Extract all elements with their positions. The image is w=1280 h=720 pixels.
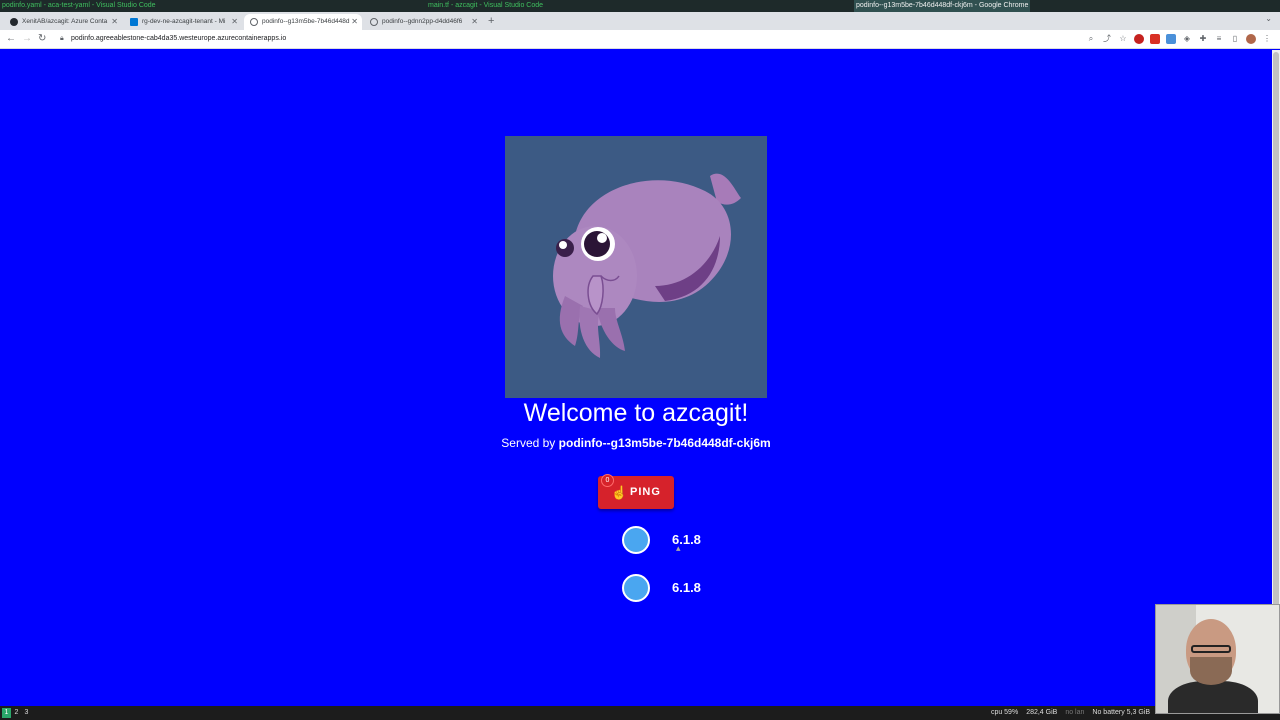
memory-indicator: 282,4 GiB	[1026, 709, 1058, 716]
reload-icon[interactable]: ↻	[38, 32, 46, 46]
served-by-label: Served by	[501, 436, 559, 450]
wm-window-title-vscode-2[interactable]: main.tf - azcagit - Visual Studio Code	[428, 0, 543, 12]
scrollbar-thumb[interactable]	[1273, 52, 1279, 612]
close-icon[interactable]: ✕	[111, 14, 118, 30]
ping-button[interactable]: 0 ☝ PING	[598, 474, 674, 509]
extension-red-icon[interactable]	[1150, 34, 1160, 44]
status-indicators: cpu 59% 282,4 GiB no lan No battery 5,3 …	[991, 706, 1150, 720]
cuttlefish-illustration	[553, 173, 741, 358]
tab-search-icon[interactable]: ⌄	[1265, 14, 1272, 23]
served-by-text: Served by podinfo--g13m5be-7b46d448df-ck…	[0, 436, 1272, 450]
workspace-1[interactable]: 1	[2, 708, 11, 718]
battery-indicator: No battery 5,3 GiB	[1092, 709, 1150, 716]
address-bar[interactable]: podinfo.agreeablestone-cab4da35.westeuro…	[71, 32, 286, 46]
version-label: 6.1.8	[672, 580, 701, 595]
forward-icon[interactable]: →	[22, 32, 32, 46]
mouse-cursor-icon: ▴	[676, 543, 681, 553]
window-manager-bar: podinfo.yaml - aca-test-yaml - Visual St…	[0, 0, 1280, 12]
version-row[interactable]: 6.1.8	[620, 572, 740, 604]
cuttlefish-logo	[505, 136, 767, 398]
cpu-indicator: cpu 59%	[990, 709, 1019, 716]
media-icon[interactable]: ≡	[1214, 34, 1224, 44]
new-tab-button[interactable]: +	[488, 12, 494, 30]
pod-name: podinfo--g13m5be-7b46d448df-ckj6m	[558, 436, 771, 450]
version-status-dot	[622, 574, 650, 602]
azure-icon	[130, 18, 138, 26]
extension-grey-icon[interactable]: ◈	[1182, 34, 1192, 44]
workspace-3[interactable]: 3	[22, 708, 31, 718]
wm-window-title-vscode-1[interactable]: podinfo.yaml - aca-test-yaml - Visual St…	[2, 0, 156, 12]
menu-icon[interactable]: ⋮	[1262, 34, 1272, 44]
webcam-overlay	[1155, 604, 1280, 714]
back-icon[interactable]: ←	[6, 32, 16, 46]
extension-lastpass-icon[interactable]	[1134, 34, 1144, 44]
browser-tab-strip: XenitAB/azcagit: Azure Conta ✕ rg-dev-ne…	[0, 12, 1280, 30]
extensions-puzzle-icon[interactable]: ✚	[1198, 34, 1208, 44]
close-icon[interactable]: ✕	[231, 14, 238, 30]
workspace-2[interactable]: 2	[12, 708, 21, 718]
lan-indicator: no lan	[1065, 709, 1085, 716]
globe-icon	[250, 18, 258, 26]
webcam-person-beard	[1190, 657, 1232, 685]
tab-title: XenitAB/azcagit: Azure Conta	[22, 18, 108, 25]
zoom-icon[interactable]: ⌕	[1086, 34, 1096, 44]
lock-icon[interactable]: 🔒︎	[60, 34, 66, 42]
close-icon[interactable]: ✕	[471, 14, 478, 30]
welcome-heading: Welcome to azcagit!	[523, 399, 749, 427]
close-icon[interactable]: ✕	[351, 14, 358, 30]
tab-podinfo-active[interactable]: podinfo--g13m5be-7b46d448d ✕	[244, 14, 362, 30]
tab-title: rg-dev-ne-azcagit-tenant - Mi	[142, 18, 226, 25]
webcam-person-body	[1168, 681, 1258, 713]
github-icon	[10, 18, 18, 26]
extension-blue-icon[interactable]	[1166, 34, 1176, 44]
wm-window-title-chrome[interactable]: podinfo--g13m5be-7b46d448df-ckj6m - Goog…	[854, 0, 1031, 12]
tab-podinfo-2[interactable]: podinfo--gdnn2pp-d4dd46f6 ✕	[364, 14, 482, 30]
tab-title: podinfo--g13m5be-7b46d448d	[262, 18, 350, 25]
tab-github[interactable]: XenitAB/azcagit: Azure Conta ✕	[4, 14, 122, 30]
podinfo-page: Welcome to azcagit! Served by podinfo--g…	[0, 50, 1272, 706]
sidebar-icon[interactable]: ▯	[1230, 34, 1240, 44]
webcam-person-glasses	[1191, 645, 1231, 653]
share-icon[interactable]: ⤴	[1102, 34, 1112, 44]
profile-avatar[interactable]	[1246, 34, 1256, 44]
tab-azure-portal[interactable]: rg-dev-ne-azcagit-tenant - Mi ✕	[124, 14, 242, 30]
toolbar-icons: ⌕ ⤴ ☆ ◈ ✚ ≡ ▯ ⋮	[1086, 33, 1272, 45]
system-status-bar: 1 2 3 cpu 59% 282,4 GiB no lan No batter…	[0, 706, 1280, 720]
tab-title: podinfo--gdnn2pp-d4dd46f6	[382, 18, 463, 25]
star-icon[interactable]: ☆	[1118, 34, 1128, 44]
browser-toolbar: ← → ↻ 🔒︎ podinfo.agreeablestone-cab4da35…	[0, 30, 1280, 49]
ping-button-label: PING	[630, 486, 661, 498]
version-status-dot	[622, 526, 650, 554]
globe-icon	[370, 18, 378, 26]
hand-pointer-icon: ☝	[611, 485, 629, 500]
